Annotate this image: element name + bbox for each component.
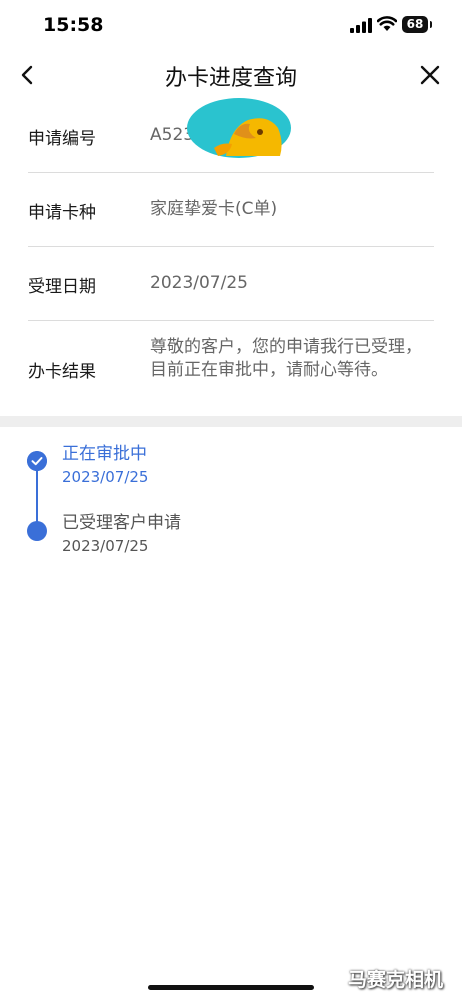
wifi-icon xyxy=(377,16,397,31)
redaction-sticker-icon xyxy=(187,98,291,158)
info-row-card-type: 申请卡种 家庭挚爱卡(C单) xyxy=(28,172,434,247)
info-label: 办卡结果 xyxy=(28,362,96,382)
check-circle-icon xyxy=(27,451,47,471)
page-title: 办卡进度查询 xyxy=(164,66,297,91)
info-label: 申请卡种 xyxy=(28,203,96,223)
info-label: 受理日期 xyxy=(28,277,96,297)
info-value: 家庭挚爱卡(C单) xyxy=(150,199,278,219)
cellular-signal-icon xyxy=(350,18,372,33)
timeline-step-title: 已受理客户申请 xyxy=(62,513,181,533)
info-row-accept-date: 受理日期 2023/07/25 xyxy=(28,246,434,321)
timeline-step-date: 2023/07/25 xyxy=(62,468,149,486)
nav-bar: 办卡进度查询 xyxy=(0,50,462,100)
home-indicator[interactable] xyxy=(148,985,314,990)
timeline-step-date: 2023/07/25 xyxy=(62,537,149,555)
section-divider xyxy=(0,416,462,427)
watermark: 马赛克相机 xyxy=(348,969,444,991)
info-value: 尊敬的客户，您的申请我行已受理，目前正在审批中，请耐心等待。 xyxy=(150,337,422,380)
timeline-dot-icon xyxy=(27,521,47,541)
battery-icon: 68 xyxy=(402,16,428,33)
info-label: 申请编号 xyxy=(28,129,96,149)
info-value: 2023/07/25 xyxy=(150,273,248,293)
info-row-result: 办卡结果 尊敬的客户，您的申请我行已受理，目前正在审批中，请耐心等待。 xyxy=(28,320,434,416)
status-bar: 15:58 68 xyxy=(0,0,462,50)
battery-tip xyxy=(430,21,432,28)
timeline-step-title: 正在审批中 xyxy=(62,444,147,464)
close-icon[interactable] xyxy=(416,61,444,89)
status-time: 15:58 xyxy=(43,14,104,36)
